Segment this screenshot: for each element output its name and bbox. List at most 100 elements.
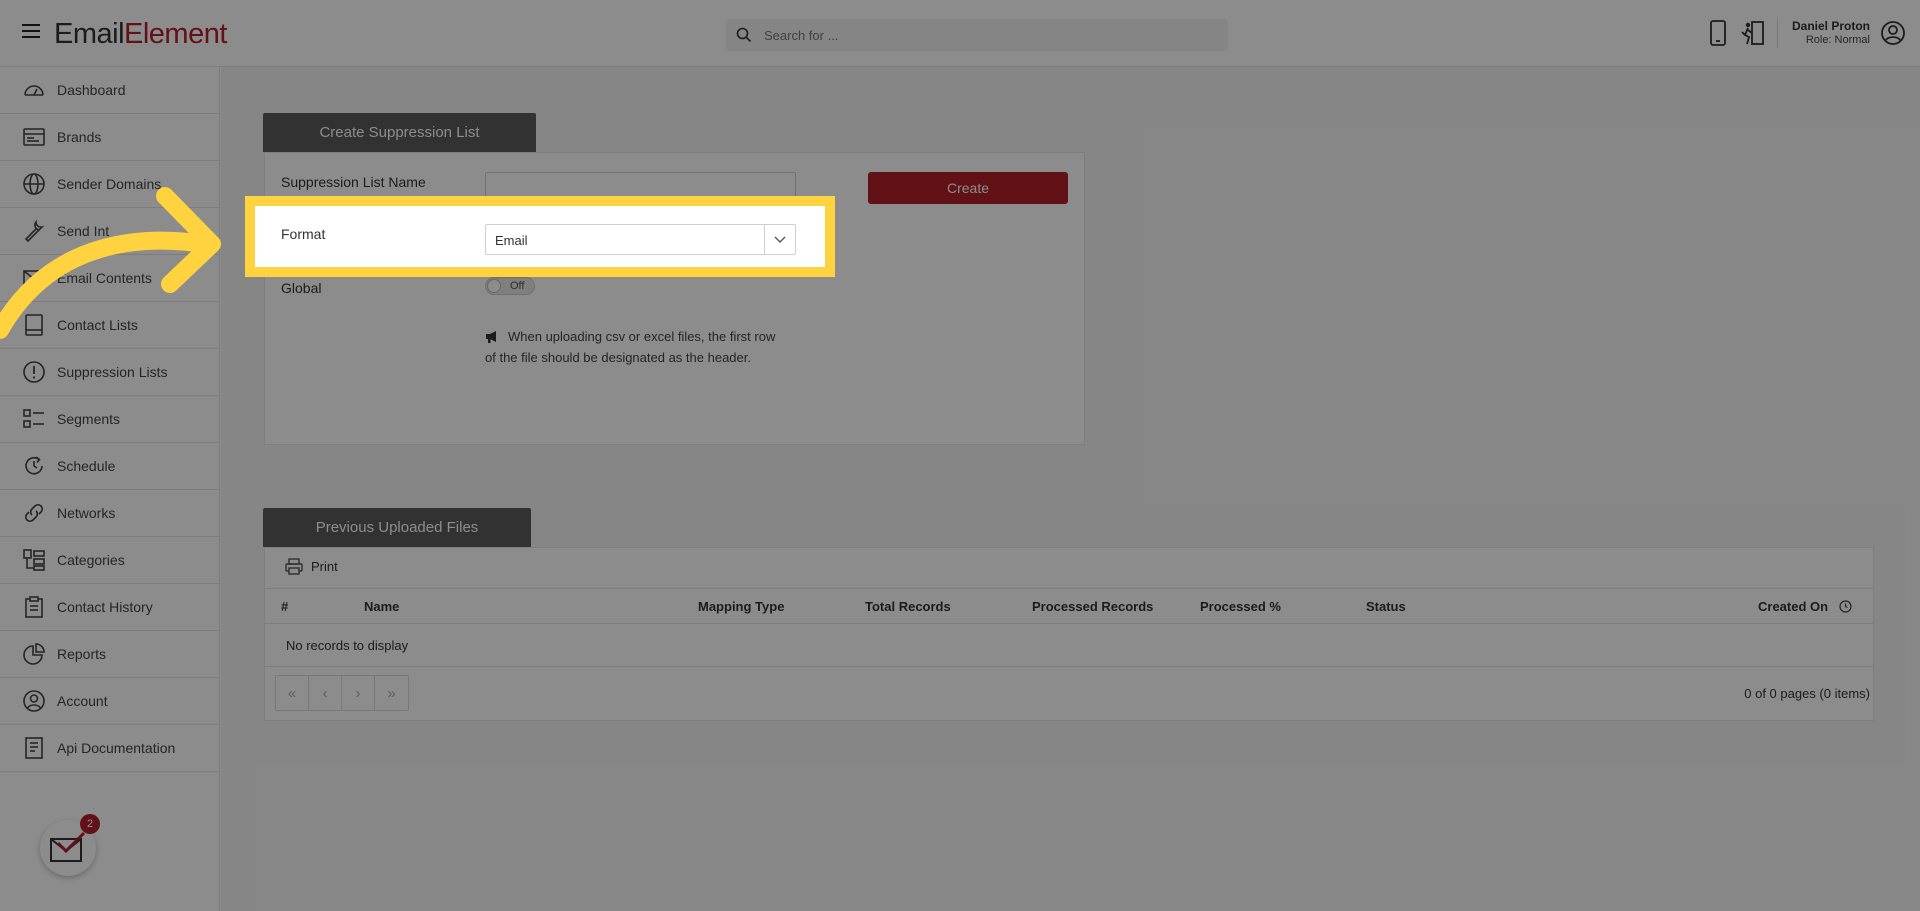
toggle-knob	[487, 279, 501, 293]
column-header-processed-percent[interactable]: Processed %	[1200, 599, 1281, 614]
pager: « ‹ › »	[275, 675, 409, 711]
notifications-button[interactable]: 2	[40, 814, 100, 876]
wrench-icon	[24, 219, 45, 243]
print-label: Print	[311, 559, 338, 574]
sidebar-item-label: Contact History	[57, 599, 153, 615]
sidebar-item-label: Networks	[57, 505, 116, 521]
sidebar-item-segments[interactable]: Segments	[0, 396, 219, 443]
mail-icon	[23, 270, 45, 286]
alert-circle-icon	[23, 361, 45, 383]
pie-chart-icon	[23, 643, 45, 665]
upload-note: When uploading csv or excel files, the f…	[485, 329, 776, 365]
sidebar-item-suppression-lists[interactable]: Suppression Lists	[0, 349, 219, 396]
files-panel	[264, 547, 1874, 721]
document-icon	[25, 737, 43, 759]
chevron-down-icon[interactable]	[764, 225, 795, 254]
clock-icon	[25, 456, 43, 475]
sidebar: Dashboard Brands Sender Domains Send Int…	[0, 67, 220, 911]
create-panel-tab: Create Suppression List	[263, 113, 536, 152]
sidebar-item-dashboard[interactable]: Dashboard	[0, 67, 219, 114]
pager-next-button[interactable]: ›	[342, 676, 375, 710]
exit-icon[interactable]	[1740, 20, 1766, 46]
sidebar-item-label: Sender Domains	[57, 176, 162, 192]
column-header-status[interactable]: Status	[1366, 599, 1406, 614]
pager-last-button[interactable]: »	[375, 676, 408, 710]
toggle-state: Off	[510, 280, 525, 292]
user-name: Daniel Proton	[1791, 19, 1870, 33]
pager-prev-button[interactable]: ‹	[309, 676, 342, 710]
column-header-name[interactable]: Name	[364, 599, 399, 614]
grid-divider	[265, 666, 1873, 667]
globe-icon	[23, 173, 45, 195]
column-header-processed-records[interactable]: Processed Records	[1032, 599, 1153, 614]
sidebar-item-contact-history[interactable]: Contact History	[0, 584, 219, 631]
id-card-icon	[23, 128, 45, 146]
sidebar-item-categories[interactable]: Categories	[0, 537, 219, 584]
logo-text: mail	[72, 18, 125, 50]
app-logo[interactable]: EmailElement	[54, 18, 227, 51]
sidebar-item-label: Categories	[57, 552, 125, 568]
printer-icon	[285, 558, 303, 575]
sidebar-item-contact-lists[interactable]: Contact Lists	[0, 302, 219, 349]
suppression-list-name-label: Suppression List Name	[281, 174, 426, 190]
sidebar-item-send-integrations[interactable]: Send Int	[0, 208, 219, 255]
mobile-icon[interactable]	[1708, 20, 1728, 46]
sidebar-item-sender-domains[interactable]: Sender Domains	[0, 161, 219, 208]
sidebar-item-label: Reports	[57, 646, 107, 662]
column-header-mapping-type[interactable]: Mapping Type	[698, 599, 784, 614]
top-header: EmailElement Daniel Proton Role: Normal	[0, 0, 1920, 67]
sidebar-item-api-documentation[interactable]: Api Documentation	[0, 725, 219, 772]
search-bar	[726, 19, 1228, 51]
user-circle-icon	[23, 690, 45, 712]
page-info: 0 of 0 pages (0 items)	[1744, 686, 1870, 701]
sidebar-item-label: Schedule	[57, 458, 116, 474]
logo-text: Element	[124, 18, 227, 50]
global-toggle[interactable]: Off	[485, 277, 535, 295]
menu-icon[interactable]	[22, 24, 40, 38]
print-button[interactable]: Print	[285, 558, 338, 575]
suppression-list-name-input[interactable]	[485, 172, 796, 202]
user-role: Role: Normal	[1805, 34, 1870, 46]
list-icon	[23, 409, 44, 428]
global-label: Global	[281, 280, 322, 296]
book-icon	[25, 314, 43, 336]
envelope-check-icon	[50, 831, 86, 862]
column-header-number[interactable]: #	[281, 599, 288, 614]
sidebar-item-label: Account	[57, 693, 108, 709]
clipboard-icon	[25, 596, 43, 618]
column-header-total-records[interactable]: Total Records	[865, 599, 951, 614]
sidebar-item-label: Email Contents	[57, 270, 152, 286]
sidebar-item-label: Dashboard	[57, 82, 126, 98]
sidebar-item-schedule[interactable]: Schedule	[0, 443, 219, 490]
sidebar-item-reports[interactable]: Reports	[0, 631, 219, 678]
sidebar-item-email-contents[interactable]: Email Contents	[0, 255, 219, 302]
grid-divider	[265, 623, 1873, 624]
format-label: Format	[281, 226, 326, 242]
sidebar-item-label: Send Int	[57, 223, 110, 239]
header-divider	[1777, 18, 1778, 48]
sidebar-item-label: Segments	[57, 411, 121, 427]
pager-first-button[interactable]: «	[276, 676, 309, 710]
gauge-icon	[24, 85, 44, 96]
sidebar-item-account[interactable]: Account	[0, 678, 219, 725]
sidebar-item-label: Contact Lists	[57, 317, 138, 333]
sidebar-item-label: Api Documentation	[57, 740, 176, 756]
column-header-created-on[interactable]: Created On	[1758, 599, 1828, 614]
highlighted-format-row: Format Email	[250, 201, 827, 273]
sidebar-item-label: Suppression Lists	[57, 364, 168, 380]
search-input[interactable]	[764, 19, 1204, 51]
logo-text: E	[54, 18, 73, 50]
format-select-value: Email	[495, 233, 528, 248]
search-icon	[736, 27, 752, 43]
empty-grid-message: No records to display	[286, 638, 409, 653]
clock-icon	[1839, 600, 1852, 613]
notification-badge: 2	[80, 814, 100, 834]
sidebar-item-brands[interactable]: Brands	[0, 114, 219, 161]
sidebar-item-networks[interactable]: Networks	[0, 490, 219, 537]
user-avatar-icon[interactable]	[1880, 20, 1906, 46]
create-button[interactable]: Create	[868, 172, 1068, 204]
link-icon	[24, 503, 44, 523]
format-select[interactable]: Email	[485, 224, 796, 255]
files-panel-tab: Previous Uploaded Files	[263, 508, 531, 547]
grid-divider	[265, 588, 1873, 589]
